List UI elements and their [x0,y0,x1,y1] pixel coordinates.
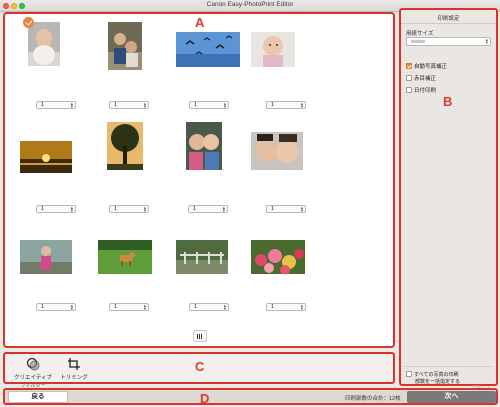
photo-grid-area: A 1 ▴ ▾ 1 ▴ ▾ 1 ▴ ▾ 1 ▴ ▾ 1 ▴ ▾ 1 ▴ ▾ 1 … [3,12,395,348]
stepper-arrows-icon: ▴ ▾ [223,303,226,311]
back-button[interactable]: 戻る [8,391,68,403]
total-copies-text: 印刷部数の合計：12枚 [345,396,401,402]
quantity-stepper[interactable]: 1 ▴ ▾ [36,303,76,311]
stepper-arrows-icon: ▴ ▾ [300,205,303,213]
stepper-arrows-icon: ▴ ▾ [70,205,73,213]
stepper-arrows-icon: ▴ ▾ [143,303,146,311]
photo-cell[interactable]: 1 ▴ ▾ [186,122,246,222]
crop-icon [68,358,80,370]
checkbox-icon [406,87,412,93]
window-title: Canon Easy-PhotoPrint Editor [206,1,294,8]
photo-cell[interactable]: 1 ▴ ▾ [251,22,311,122]
annotation-label-d: D [200,391,210,406]
auto-correct-checkbox[interactable]: 自動写真補正 [406,63,447,71]
photo-thumbnail[interactable] [176,32,240,67]
quantity-stepper[interactable]: 1 ▴ ▾ [109,303,149,311]
quantity-stepper[interactable]: 1 ▴ ▾ [266,303,306,311]
red-eye-checkbox[interactable]: 赤目補正 [406,75,436,83]
photo-cell[interactable]: 1 ▴ ▾ [176,22,240,122]
photo-cell[interactable]: 1 ▴ ▾ [251,122,311,222]
photo-cell[interactable]: 1 ▴ ▾ [20,126,80,226]
checkbox-icon [406,371,412,377]
photo-thumbnail[interactable] [20,240,72,274]
creative-filter-button[interactable]: クリエイティブ フィルター [9,357,57,389]
stepper-arrows-icon: ▴ ▾ [70,101,73,109]
annotation-label-c: C [195,359,205,374]
photo-cell[interactable]: 1 ▴ ▾ [23,17,88,122]
edit-tools-area: C クリエイティブ フィルター トリミング [3,352,395,389]
stepper-arrows-icon: ▴ ▾ [300,303,303,311]
quantity-stepper[interactable]: 1 ▴ ▾ [109,101,149,109]
quantity-stepper[interactable]: 1 ▴ ▾ [36,205,76,213]
photo-thumbnail[interactable] [251,240,305,274]
stepper-arrows-icon: ▴ ▾ [143,101,146,109]
quantity-stepper[interactable]: 1 ▴ ▾ [266,205,306,213]
paper-size-select[interactable]: ▴ ▾ [406,37,491,46]
bulk-quantity-label: 部数を一括指定する [415,379,461,385]
creative-filter-icon [26,357,40,371]
footer-area: 戻る D 印刷部数の合計：12枚 次へ [3,388,498,406]
quantity-stepper[interactable]: 1 ▴ ▾ [188,205,228,213]
trimming-label: トリミング [60,375,88,381]
photo-thumbnail[interactable] [108,22,142,70]
photo-thumbnail[interactable] [107,122,143,170]
scroll-bottom-button[interactable] [193,330,207,342]
divider [401,23,496,24]
trimming-button[interactable]: トリミング [55,357,93,381]
stepper-arrows-icon: ▴ ▾ [222,205,225,213]
photo-thumbnail[interactable] [176,240,228,274]
photo-cell[interactable]: 1 ▴ ▾ [106,22,166,122]
panel-title: 印刷設定 [437,16,460,22]
photo-thumbnail[interactable] [186,122,222,170]
photo-cell[interactable]: 1 ▴ ▾ [20,226,80,326]
paper-size-value [411,40,425,43]
checkbox-icon [406,75,412,81]
bulk-quantity-checkbox[interactable]: すべての写真の印刷 [406,371,458,378]
stepper-arrows-icon: ▴ ▾ [70,303,73,311]
select-arrows-icon: ▴ ▾ [485,37,488,45]
photo-cell[interactable]: 1 ▴ ▾ [98,226,158,326]
photo-cell[interactable]: 1 ▴ ▾ [251,226,311,326]
quantity-stepper[interactable]: 1 ▴ ▾ [36,101,76,109]
paper-size-label: 用紙サイズ [406,31,434,37]
stepper-arrows-icon: ▴ ▾ [223,101,226,109]
photo-cell[interactable]: 1 ▴ ▾ [176,226,236,326]
photo-thumbnail[interactable] [251,132,303,170]
quantity-stepper[interactable]: 1 ▴ ▾ [189,303,229,311]
checkbox-checked-icon [406,63,412,69]
annotation-label-b: B [443,94,453,109]
quantity-stepper[interactable]: 1 ▴ ▾ [266,101,306,109]
photo-thumbnail[interactable] [251,32,295,67]
photo-thumbnail[interactable] [20,141,72,173]
quantity-stepper[interactable]: 1 ▴ ▾ [109,205,149,213]
next-button[interactable]: 次へ [407,391,496,403]
photo-thumbnail[interactable] [28,22,60,66]
photo-thumbnail[interactable] [98,240,152,274]
creative-filter-label: クリエイティブ [13,375,53,381]
quantity-stepper[interactable]: 1 ▴ ▾ [189,101,229,109]
stepper-arrows-icon: ▴ ▾ [143,205,146,213]
print-settings-panel: B 印刷設定 用紙サイズ ▴ ▾ 自動写真補正 赤目補正 日付印刷 すべての写真の… [399,8,498,390]
grid-bars-icon [197,334,203,339]
selected-check-icon[interactable] [23,17,34,28]
stepper-arrows-icon: ▴ ▾ [300,101,303,109]
photo-cell[interactable]: 1 ▴ ▾ [106,122,166,222]
date-print-checkbox[interactable]: 日付印刷 [406,87,436,95]
